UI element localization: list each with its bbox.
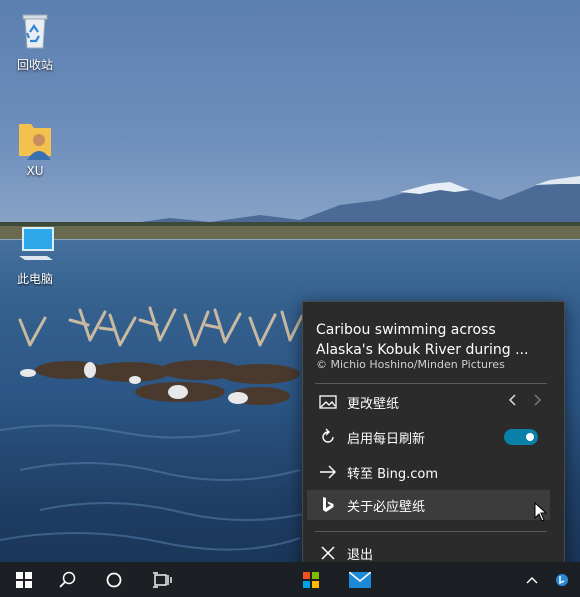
menu-item-label: 更改壁纸: [347, 396, 400, 412]
mail-taskbar-button[interactable]: [336, 562, 384, 597]
taskbar: [0, 562, 580, 597]
menu-item-label: 启用每日刷新: [347, 431, 426, 447]
desktop-icon-label: XU: [26, 164, 44, 178]
bing-logo-icon: [315, 495, 341, 515]
tray-app-icon: [556, 573, 568, 586]
mountains: [0, 176, 580, 239]
wallpaper-nav: [508, 393, 542, 411]
search-icon: [59, 571, 76, 588]
task-view-icon: [153, 571, 172, 588]
start-button[interactable]: [0, 562, 48, 597]
menu-item-label: 转至 Bing.com: [347, 466, 439, 482]
tray-bing-button[interactable]: [548, 562, 576, 597]
recycle-bin-icon: [13, 8, 57, 52]
desktop-icon-this-pc[interactable]: 此电脑: [0, 222, 70, 287]
menu-separator: [315, 383, 547, 384]
caribou-herd: [18, 306, 304, 405]
close-icon: [315, 543, 341, 563]
bing-wallpaper-app-icon: [303, 571, 319, 588]
desktop-icon-recycle-bin[interactable]: 回收站: [0, 8, 70, 73]
daily-refresh-toggle[interactable]: [504, 429, 538, 445]
image-icon: [315, 392, 341, 412]
wallpaper-title: Caribou swimming across Alaska's Kobuk R…: [316, 322, 529, 358]
this-pc-icon: [13, 222, 57, 266]
arrow-right-icon: [315, 462, 341, 482]
next-wallpaper-button[interactable]: [532, 393, 542, 411]
go-to-bing-item[interactable]: 转至 Bing.com: [307, 457, 550, 487]
mail-icon: [349, 571, 371, 588]
menu-separator: [315, 531, 547, 532]
menu-item-label: 退出: [347, 547, 374, 563]
menu-item-label: 关于必应壁纸: [347, 499, 426, 515]
task-view-button[interactable]: [138, 562, 186, 597]
refresh-icon: [315, 427, 341, 447]
start-icon: [16, 571, 32, 588]
previous-wallpaper-button[interactable]: [508, 393, 518, 411]
user-folder-icon: [13, 116, 57, 160]
daily-refresh-item[interactable]: 启用每日刷新: [307, 422, 550, 452]
toggle-knob: [526, 433, 534, 441]
search-button[interactable]: [44, 562, 92, 597]
desktop-icon-label: 此电脑: [16, 272, 53, 286]
mouse-cursor-icon: [534, 502, 548, 522]
change-wallpaper-item[interactable]: 更改壁纸: [307, 387, 550, 417]
wallpaper-credit: © Michio Hoshino/Minden Pictures: [316, 358, 505, 371]
desktop-icon-user-folder[interactable]: XU: [0, 116, 70, 178]
bing-wallpaper-menu: Caribou swimming across Alaska's Kobuk R…: [302, 301, 565, 579]
show-hidden-icons-button[interactable]: [520, 562, 544, 597]
bing-wallpaper-taskbar-button[interactable]: [287, 562, 335, 597]
desktop-icon-label: 回收站: [16, 58, 53, 72]
cortana-icon: [106, 572, 122, 587]
chevron-up-icon: [526, 576, 538, 583]
about-bing-wallpaper-item[interactable]: 关于必应壁纸: [307, 490, 550, 522]
cortana-button[interactable]: [90, 562, 138, 597]
